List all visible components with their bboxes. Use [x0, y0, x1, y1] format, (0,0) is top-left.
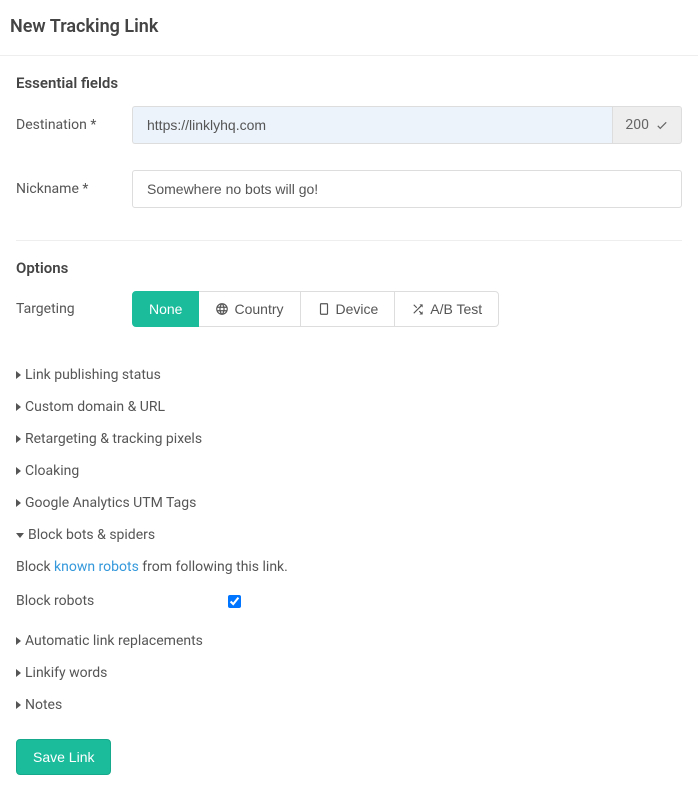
option-publishing-label: Link publishing status	[25, 367, 161, 383]
destination-status-badge: 200	[612, 106, 682, 144]
targeting-device-button[interactable]: Device	[300, 291, 396, 327]
known-robots-link[interactable]: known robots	[54, 559, 139, 575]
option-customdomain-label: Custom domain & URL	[25, 399, 165, 415]
caret-right-icon	[16, 467, 21, 475]
option-notes-label: Notes	[25, 697, 62, 713]
check-icon	[655, 118, 669, 132]
shuffle-icon	[411, 302, 425, 316]
caret-right-icon	[16, 637, 21, 645]
caret-right-icon	[16, 371, 21, 379]
status-code: 200	[625, 117, 649, 133]
caret-right-icon	[16, 435, 21, 443]
targeting-country-label: Country	[234, 301, 283, 317]
caret-right-icon	[16, 701, 21, 709]
destination-input[interactable]	[132, 106, 612, 144]
essential-section-title: Essential fields	[16, 74, 682, 92]
targeting-label: Targeting	[16, 301, 132, 317]
targeting-abtest-label: A/B Test	[430, 301, 482, 317]
option-linkify[interactable]: Linkify words	[16, 657, 682, 689]
option-blockbots-label: Block bots & spiders	[28, 527, 155, 543]
globe-icon	[215, 302, 229, 316]
option-autoreplace-label: Automatic link replacements	[25, 633, 203, 649]
option-cloaking[interactable]: Cloaking	[16, 455, 682, 487]
option-customdomain[interactable]: Custom domain & URL	[16, 391, 682, 423]
option-linkify-label: Linkify words	[25, 665, 107, 681]
targeting-none-button[interactable]: None	[132, 291, 199, 327]
option-blockbots[interactable]: Block bots & spiders	[16, 519, 682, 551]
targeting-country-button[interactable]: Country	[198, 291, 300, 327]
nickname-input[interactable]	[132, 170, 682, 208]
option-retargeting-label: Retargeting & tracking pixels	[25, 431, 202, 447]
block-robots-label: Block robots	[16, 593, 228, 609]
nickname-label: Nickname *	[16, 181, 132, 197]
option-cloaking-label: Cloaking	[25, 463, 79, 479]
device-icon	[317, 302, 331, 316]
option-publishing[interactable]: Link publishing status	[16, 359, 682, 391]
option-utm-label: Google Analytics UTM Tags	[25, 495, 196, 511]
options-section-title: Options	[16, 259, 682, 277]
option-notes[interactable]: Notes	[16, 689, 682, 721]
targeting-button-group: None Country Device A/B Test	[132, 291, 499, 327]
caret-right-icon	[16, 403, 21, 411]
destination-label: Destination *	[16, 117, 132, 133]
page-title: New Tracking Link	[10, 16, 688, 37]
caret-right-icon	[16, 669, 21, 677]
caret-right-icon	[16, 499, 21, 507]
block-robots-checkbox[interactable]	[228, 595, 241, 608]
block-bots-description: Block known robots from following this l…	[16, 551, 682, 587]
option-utm[interactable]: Google Analytics UTM Tags	[16, 487, 682, 519]
save-button[interactable]: Save Link	[16, 739, 111, 775]
targeting-abtest-button[interactable]: A/B Test	[394, 291, 499, 327]
targeting-device-label: Device	[336, 301, 379, 317]
option-retargeting[interactable]: Retargeting & tracking pixels	[16, 423, 682, 455]
option-autoreplace[interactable]: Automatic link replacements	[16, 625, 682, 657]
caret-down-icon	[16, 533, 24, 538]
